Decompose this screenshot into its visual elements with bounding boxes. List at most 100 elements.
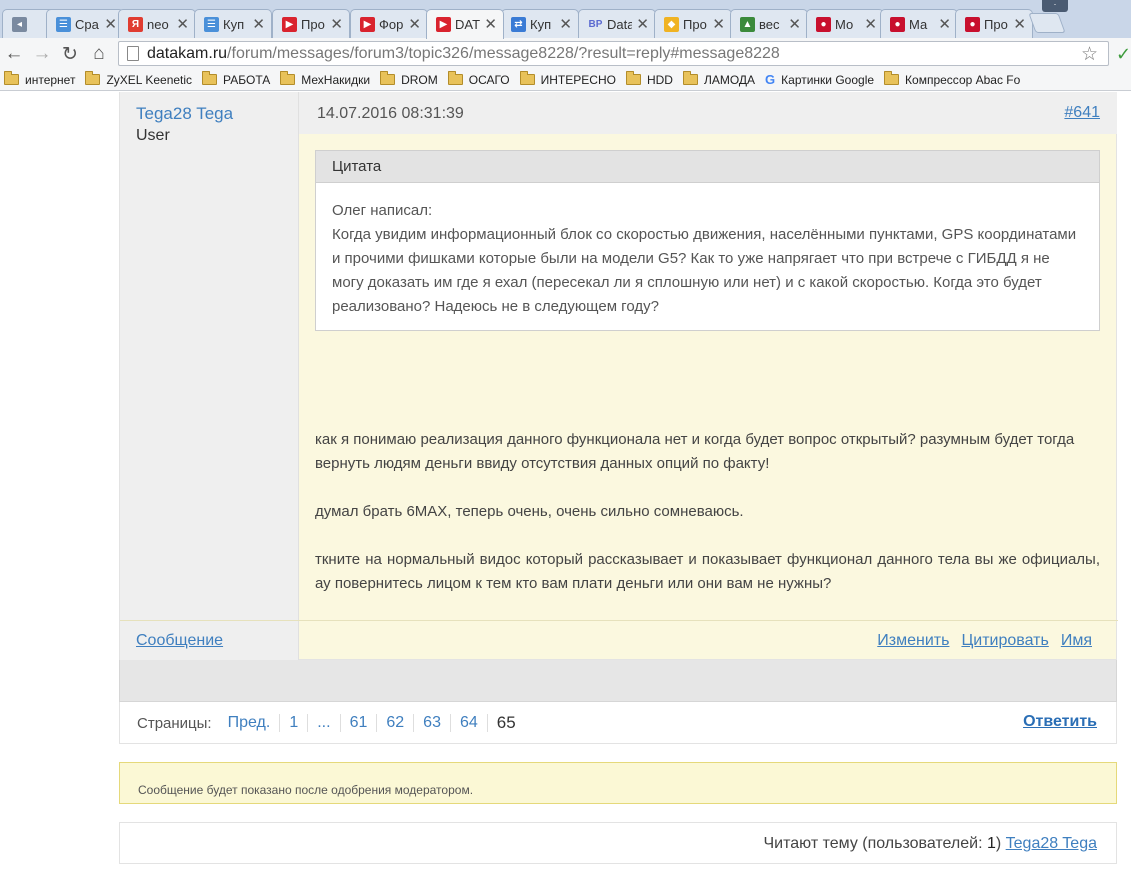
author-name-link[interactable]: Tega28 Tega (136, 104, 233, 124)
pagination-page-link[interactable]: 61 (339, 714, 377, 732)
edit-link[interactable]: Изменить (877, 632, 949, 650)
browser-tab[interactable]: ▶ Про ✕ (272, 9, 350, 38)
browser-tab-title: Мо (835, 16, 854, 32)
close-tab-icon[interactable]: ✕ (330, 17, 343, 32)
drive2-icon: ● (816, 16, 831, 32)
reload-icon[interactable]: ↻ (58, 42, 82, 66)
post-footer: Сообщение Изменить Цитировать Имя (120, 620, 1118, 660)
message-link[interactable]: Сообщение (136, 632, 223, 650)
browser-tab[interactable]: ☰ Куп ✕ (194, 9, 272, 38)
bookmark-item[interactable]: ИНТЕРЕСНО (519, 71, 616, 87)
pagination-page-link[interactable]: 62 (376, 714, 413, 732)
bookmark-item[interactable]: ЛАМОДА (682, 71, 755, 87)
pagination-page-link[interactable]: 64 (449, 714, 487, 732)
post-header: 14.07.2016 08:31:39 #641 (299, 92, 1117, 134)
quote-title: Цитата (316, 151, 1099, 183)
browser-tab[interactable]: ● Про ✕ (955, 9, 1033, 38)
bookmark-item[interactable]: ОСАГО (447, 71, 510, 87)
bookmark-item[interactable]: HDD (625, 71, 673, 87)
bookmark-label: интернет (25, 72, 76, 87)
bookmark-item[interactable]: интернет (4, 71, 76, 87)
drive2-icon: ● (965, 16, 980, 32)
google-icon: G (765, 72, 776, 87)
folder-icon (884, 71, 900, 85)
home-icon[interactable]: ⌂ (87, 42, 111, 66)
readers-prefix: Читают тему (пользователей: (763, 835, 987, 852)
yandex-icon: Я (128, 16, 143, 32)
url-host: datakam.ru (147, 44, 228, 62)
bookmark-item[interactable]: DROM (380, 71, 438, 87)
bookmark-label: DROM (401, 72, 438, 87)
browser-tab-title: Про (301, 16, 325, 32)
forward-arrow-icon[interactable]: → (30, 42, 54, 66)
close-tab-icon[interactable]: ✕ (938, 17, 951, 32)
post-paragraph: думал брать 6MAX, теперь очень, очень си… (315, 503, 744, 520)
extension-check-icon[interactable]: ✓ (1116, 44, 1131, 65)
page-icon (127, 46, 139, 61)
browser-tab[interactable]: Яneo ✕ (118, 9, 196, 38)
browser-tab-title: вес (759, 16, 780, 32)
close-tab-icon[interactable]: ✕ (712, 17, 725, 32)
back-arrow-icon[interactable]: ← (2, 42, 26, 66)
pagination-current-page: 65 (486, 714, 525, 732)
bookmark-item[interactable]: Компрессор Abac Fo (884, 71, 1020, 87)
bookmark-item[interactable]: МехНакидки (280, 71, 371, 87)
name-link[interactable]: Имя (1061, 632, 1092, 650)
image-icon: ▲ (740, 16, 755, 32)
close-tab-icon[interactable]: ✕ (484, 17, 497, 32)
browser-tab[interactable]: ⇄ Куп ✕ (501, 9, 579, 38)
post-text: как я понимаю реализация данного функцио… (315, 428, 1100, 620)
bookmark-item[interactable]: ZyXEL Keenetic (85, 71, 193, 87)
window-menu-icon[interactable]: · (1042, 0, 1068, 12)
bookmark-item[interactable]: РАБОТА (202, 71, 270, 87)
browser-tab[interactable]: ● Ма ✕ (880, 9, 958, 38)
close-tab-icon[interactable]: ✕ (252, 17, 265, 32)
browser-tab[interactable]: ▶ DAT ✕ (426, 9, 504, 39)
quote-link[interactable]: Цитировать (961, 632, 1048, 650)
bookmark-label: ИНТЕРЕСНО (540, 72, 616, 87)
post-paragraph: ткните на нормальный видос который расск… (315, 551, 1100, 592)
quote-body: Олег написал: Когда увидим информационны… (316, 183, 1099, 319)
browser-tab[interactable]: ▲ вес ✕ (730, 9, 808, 38)
post-date: 14.07.2016 08:31:39 (317, 105, 464, 122)
bookmark-label: ZyXEL Keenetic (106, 72, 193, 87)
browser-tab[interactable]: BP Data ✕ (578, 9, 656, 38)
close-tab-icon[interactable]: ✕ (864, 17, 877, 32)
pagination-label: Страницы: (137, 714, 212, 732)
browser-tab-title: Куп (530, 16, 552, 32)
browser-tab[interactable]: ◆ Про ✕ (654, 9, 732, 38)
pagination-page-link[interactable]: 1 (279, 714, 307, 732)
browser-tab[interactable]: ● Мо ✕ (806, 9, 884, 38)
datakam-icon: ▶ (282, 16, 297, 32)
close-tab-icon[interactable]: ✕ (176, 17, 189, 32)
browser-tab-title: Куп (223, 16, 245, 32)
folder-icon (682, 71, 698, 85)
post-number-link[interactable]: #641 (1064, 104, 1100, 122)
bookmark-star-icon[interactable]: ☆ (1081, 43, 1098, 66)
close-tab-icon[interactable]: ✕ (1013, 17, 1026, 32)
browser-tab-title: Data (607, 16, 633, 32)
bookmark-label: МехНакидки (301, 72, 371, 87)
new-tab-button[interactable] (1028, 13, 1066, 33)
pagination-page-link[interactable]: 63 (413, 714, 450, 732)
browser-tab-title: Сра (75, 16, 99, 32)
close-tab-icon[interactable]: ✕ (104, 17, 117, 32)
browser-tab[interactable]: ☰ Сра ✕ (46, 9, 124, 38)
close-tab-icon[interactable]: ✕ (408, 17, 421, 32)
cart-icon: ☰ (204, 16, 219, 32)
bp-icon: BP (588, 18, 603, 30)
close-tab-icon[interactable]: ✕ (559, 17, 572, 32)
bookmark-label: HDD (646, 72, 673, 87)
quote-block: Цитата Олег написал: Когда увидим информ… (315, 150, 1100, 331)
pagination-prev-link[interactable]: Пред. (212, 714, 280, 732)
post-actions: Изменить Цитировать Имя (877, 632, 1092, 650)
address-bar[interactable]: datakam.ru/forum/messages/forum3/topic32… (118, 41, 1109, 66)
browser-tab[interactable]: ▶ Фор ✕ (350, 9, 428, 38)
close-tab-icon[interactable]: ✕ (636, 17, 649, 32)
reply-link[interactable]: Ответить (1023, 713, 1097, 731)
close-tab-icon[interactable]: ✕ (788, 17, 801, 32)
bookmark-item[interactable]: G Картинки Google (765, 72, 874, 87)
reader-user-link[interactable]: Tega28 Tega (1006, 835, 1097, 852)
cart-icon: ☰ (56, 16, 71, 32)
folder-icon (280, 71, 296, 85)
